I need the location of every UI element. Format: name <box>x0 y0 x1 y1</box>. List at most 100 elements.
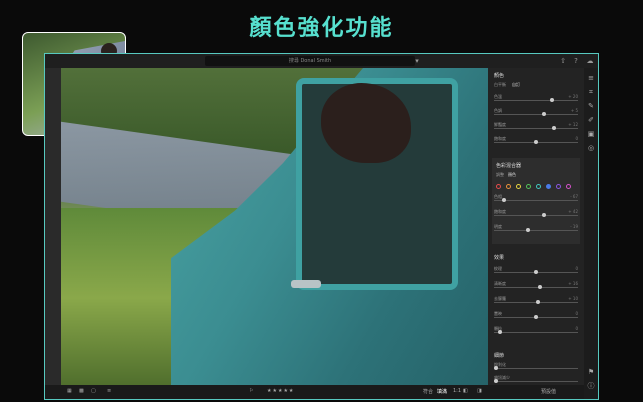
flag-icon[interactable]: ⚐ <box>249 388 253 394</box>
healing-icon[interactable]: ✎ <box>587 102 595 110</box>
single-view-icon[interactable]: ▢ <box>91 388 96 394</box>
effects-slider-knob[interactable] <box>498 330 502 334</box>
mixer-slider-value: - 67 <box>570 194 578 199</box>
detail-slider-row[interactable]: 銳利化 <box>494 362 578 372</box>
color-slider-row[interactable]: 色調 + 5 <box>494 108 578 118</box>
mixer-slider-row[interactable]: 明度 - 19 <box>494 224 578 234</box>
effects-slider-knob[interactable] <box>534 270 538 274</box>
detail-slider-knob[interactable] <box>494 366 498 370</box>
mixer-slider-row[interactable]: 飽和度 + 42 <box>494 209 578 219</box>
mixer-color-swatch[interactable] <box>556 184 561 189</box>
effects-slider-value: 0 <box>575 266 578 271</box>
split-icon[interactable]: ◨ <box>477 388 482 394</box>
color-slider-track[interactable] <box>494 128 578 129</box>
filter-icon[interactable]: ▾ <box>413 57 421 65</box>
mixer-slider-track[interactable] <box>494 230 578 231</box>
mixer-slider-value: + 42 <box>568 209 578 214</box>
fit-button[interactable]: 符合 <box>423 388 433 395</box>
color-slider-row[interactable]: 色溫 + 20 <box>494 94 578 104</box>
detail-slider-knob[interactable] <box>494 379 498 383</box>
help-icon[interactable]: ? <box>572 57 580 65</box>
info-icon[interactable]: ⓘ <box>587 382 595 390</box>
editor-window: 搜尋 Donal Smith ▾ ⇧ ? ☁ 顏色 白平衡 自訂 色溫 + 20 色… <box>44 53 599 400</box>
mixer-color-swatch[interactable] <box>506 184 511 189</box>
effects-slider-value: 0 <box>575 326 578 331</box>
effects-slider-row[interactable]: 顆粒 0 <box>494 326 578 336</box>
edit-icon[interactable]: ≡ <box>587 74 595 82</box>
mixer-slider-row[interactable]: 色相 - 67 <box>494 194 578 204</box>
mixer-color-swatch[interactable] <box>526 184 531 189</box>
color-slider-value: 0 <box>575 136 578 141</box>
color-mixer-title: 色彩混合器 <box>496 163 522 169</box>
effects-slider-row[interactable]: 去朦朧 + 10 <box>494 296 578 306</box>
mixer-slider-knob[interactable] <box>542 213 546 217</box>
effects-slider-value: + 10 <box>568 296 578 301</box>
color-slider-knob[interactable] <box>550 98 554 102</box>
mixer-slider-knob[interactable] <box>526 228 530 232</box>
mixer-slider-track[interactable] <box>494 200 578 201</box>
color-slider-track[interactable] <box>494 114 578 115</box>
color-slider-value: + 20 <box>568 94 578 99</box>
effects-slider-value: 0 <box>575 311 578 316</box>
edit-panel: 顏色 白平衡 自訂 色溫 + 20 色調 + 5 鮮豔度 + 12 飽和度 0 色彩混合器 調… <box>488 68 584 385</box>
share-icon[interactable]: ⇧ <box>559 57 567 65</box>
color-slider-row[interactable]: 飽和度 0 <box>494 136 578 146</box>
mixer-slider-knob[interactable] <box>502 198 506 202</box>
white-balance-value[interactable]: 自訂 <box>512 82 520 88</box>
bottom-toolbar: ▦ ▩ ▢ ≡ ⚐ ★★★★★ 符合 填滿 1:1 ◧ ◨ 預設值 <box>45 385 584 399</box>
tag-icon[interactable]: ⚑ <box>587 368 595 376</box>
color-slider-knob[interactable] <box>534 140 538 144</box>
square-view-icon[interactable]: ▩ <box>79 388 84 394</box>
effects-slider-knob[interactable] <box>534 315 538 319</box>
photo-door-handle <box>291 280 321 288</box>
mixer-slider-track[interactable] <box>494 215 578 216</box>
search-input[interactable]: 搜尋 Donal Smith <box>205 56 415 66</box>
mixer-color-swatch[interactable] <box>516 184 521 189</box>
effects-slider-track[interactable] <box>494 332 578 333</box>
mixer-color-swatch[interactable] <box>496 184 501 189</box>
effects-slider-row[interactable]: 暈映 0 <box>494 311 578 321</box>
mixer-adjust-value[interactable]: 顏色 <box>508 172 516 178</box>
crop-icon[interactable]: ⌗ <box>587 88 595 96</box>
detail-section-title[interactable]: 細節 <box>494 352 504 359</box>
effects-section-title[interactable]: 效果 <box>494 254 504 261</box>
detail-slider-track[interactable] <box>494 368 578 369</box>
effects-slider-row[interactable]: 紋理 0 <box>494 266 578 276</box>
effects-slider-track[interactable] <box>494 287 578 288</box>
color-slider-track[interactable] <box>494 100 578 101</box>
effects-slider-knob[interactable] <box>538 285 542 289</box>
sort-icon[interactable]: ≡ <box>107 388 111 394</box>
top-toolbar: 搜尋 Donal Smith ▾ ⇧ ? ☁ <box>45 54 598 68</box>
photo-canvas[interactable] <box>61 68 488 385</box>
mixer-color-swatch[interactable] <box>546 184 551 189</box>
grid-view-icon[interactable]: ▦ <box>67 388 72 394</box>
mixer-color-swatch[interactable] <box>536 184 541 189</box>
effects-slider-value: + 16 <box>568 281 578 286</box>
cloud-icon[interactable]: ☁ <box>586 57 594 65</box>
ratio-button[interactable]: 1:1 <box>453 388 461 394</box>
white-balance-label: 白平衡 <box>494 82 506 87</box>
tool-rail: ≡ ⌗ ✎ ✐ ▣ ◎ ⚑ ⓘ <box>584 68 598 399</box>
gradient-icon[interactable]: ▣ <box>587 130 595 138</box>
mixer-slider-value: - 19 <box>570 224 578 229</box>
white-balance-row[interactable]: 白平衡 自訂 <box>494 82 578 92</box>
color-slider-row[interactable]: 鮮豔度 + 12 <box>494 122 578 132</box>
mixer-adjust-label: 調整 <box>496 172 504 177</box>
color-slider-value: + 5 <box>570 108 578 113</box>
compare-icon[interactable]: ◧ <box>463 388 468 394</box>
effects-slider-knob[interactable] <box>536 300 541 304</box>
reset-button[interactable]: 預設值 <box>541 388 556 395</box>
color-slider-value: + 12 <box>568 122 578 127</box>
radial-icon[interactable]: ◎ <box>587 144 595 152</box>
mixer-adjust-row[interactable]: 調整 顏色 <box>496 172 580 182</box>
detail-slider-track[interactable] <box>494 381 578 382</box>
color-slider-knob[interactable] <box>551 126 556 130</box>
fill-button[interactable]: 填滿 <box>437 388 447 395</box>
color-section-title[interactable]: 顏色 <box>494 72 504 79</box>
detail-slider-row[interactable]: 雜訊減少 <box>494 375 578 385</box>
rating-stars[interactable]: ★★★★★ <box>267 388 294 394</box>
color-slider-knob[interactable] <box>542 112 546 116</box>
brush-icon[interactable]: ✐ <box>587 116 595 124</box>
effects-slider-row[interactable]: 清晰度 + 16 <box>494 281 578 291</box>
mixer-color-swatch[interactable] <box>566 184 571 189</box>
